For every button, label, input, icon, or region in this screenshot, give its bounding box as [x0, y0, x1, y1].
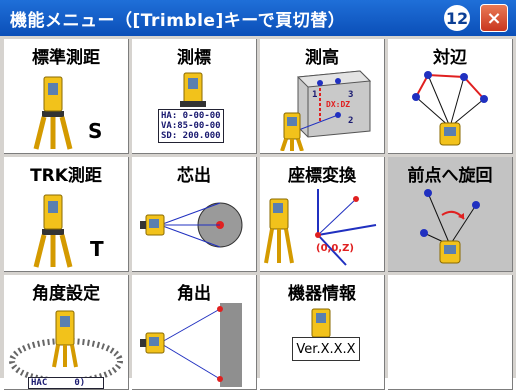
- page-number-badge: 12: [444, 5, 470, 31]
- mode-letter: S: [88, 119, 103, 143]
- close-button[interactable]: ×: [480, 4, 508, 32]
- menu-item-angle-set[interactable]: 角度設定 HAC 0): [4, 275, 129, 390]
- total-station-icon: [33, 194, 73, 268]
- angle-stakeout-icon: [140, 303, 242, 387]
- mode-letter: T: [90, 237, 104, 261]
- angle-readout: HA: 0-00-00 VA:85-00-00 SD: 200.000: [158, 109, 224, 143]
- version-box: Ver.X.X.X: [292, 337, 360, 361]
- menu-item-label: 機器情報: [288, 284, 356, 304]
- menu-item-label: 座標変換: [288, 166, 356, 186]
- angle-readout: HAC 0): [28, 377, 104, 389]
- point-label: 3: [348, 90, 354, 100]
- point-label: 2: [348, 116, 354, 126]
- menu-item-standard-distance[interactable]: 標準測距 S: [4, 39, 129, 154]
- window-title: 機能メニュー（[Trimble]キーで頁切替）: [10, 10, 346, 31]
- menu-item-tracking-distance[interactable]: TRK測距 T: [4, 157, 129, 272]
- menu-item-angle-stakeout[interactable]: 角出: [132, 275, 257, 390]
- menu-item-label: 対辺: [433, 48, 467, 68]
- menu-item-label: 測高: [305, 48, 339, 68]
- title-bar: 機能メニュー（[Trimble]キーで頁切替） 12 ×: [0, 0, 516, 36]
- menu-item-empty: [388, 275, 513, 390]
- menu-item-target-measure[interactable]: 測標 HA: 0-00-00 VA:85-00-00 SD: 200.000: [132, 39, 257, 154]
- menu-item-label: 芯出: [177, 166, 211, 186]
- menu-item-instrument-info[interactable]: 機器情報 Ver.X.X.X: [260, 275, 385, 390]
- menu-item-label: 角度設定: [32, 284, 100, 304]
- menu-item-label: 測標: [177, 48, 211, 68]
- menu-item-height-measure[interactable]: 測高 DX:DZ 1 3 2: [260, 39, 385, 154]
- angle-set-icon: [9, 310, 123, 384]
- menu-item-label: 前点へ旋回: [407, 166, 493, 186]
- coordinate-axes-icon: [264, 189, 377, 266]
- menu-grid: 標準測距 S 測標 HA: 0-00-00 VA:85-00-00 SD: 20…: [0, 36, 516, 390]
- menu-item-label: TRK測距: [30, 166, 102, 186]
- menu-item-turn-to-point[interactable]: 前点へ旋回: [388, 157, 513, 272]
- origin-label: (0,0,Z): [316, 243, 354, 254]
- menu-item-coordinate-transform[interactable]: 座標変換 (0,0,Z): [260, 157, 385, 272]
- menu-item-stakeout[interactable]: 芯出: [132, 157, 257, 272]
- function-menu-window: 機能メニュー（[Trimble]キーで頁切替） 12 × 標準測距 S 測標 H…: [0, 0, 516, 390]
- missing-line-icon: [412, 71, 488, 146]
- menu-item-label: 標準測距: [32, 48, 100, 68]
- remote-elevation-icon: [280, 70, 372, 151]
- menu-item-label: 角出: [177, 284, 211, 304]
- turn-to-point-icon: [420, 189, 480, 264]
- point-label: 1: [312, 90, 318, 100]
- total-station-icon: [33, 76, 73, 150]
- menu-item-missing-line[interactable]: 対辺: [388, 39, 513, 154]
- stakeout-icon: [140, 202, 243, 248]
